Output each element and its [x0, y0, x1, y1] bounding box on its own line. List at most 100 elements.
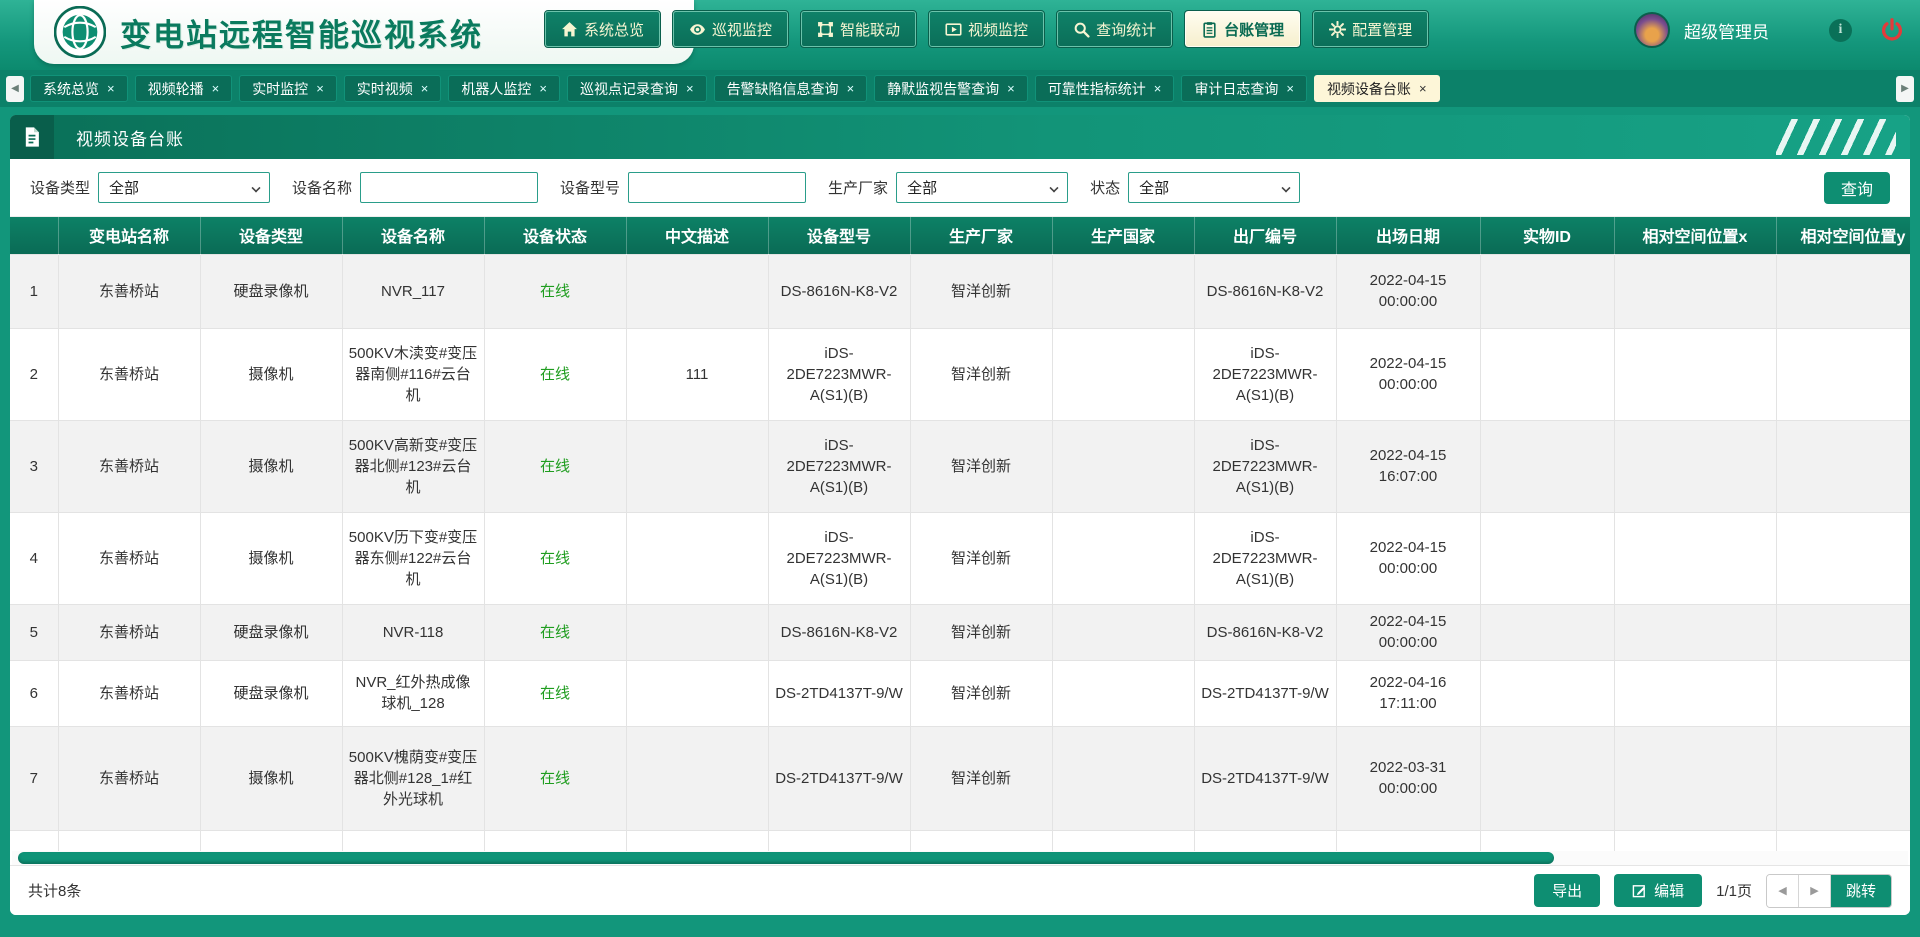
status-select[interactable]: 全部: [1128, 172, 1300, 203]
table-cell: [626, 660, 768, 726]
tab-item[interactable]: 实时监控×: [239, 75, 337, 102]
tab-item[interactable]: 机器人监控×: [448, 75, 560, 102]
table-viewport: 变电站名称设备类型设备名称设备状态中文描述设备型号生产厂家生产国家出厂编号出场日…: [10, 217, 1910, 851]
tab-item[interactable]: 可靠性指标统计×: [1035, 75, 1175, 102]
tab-close-icon[interactable]: ×: [847, 82, 855, 95]
table-row[interactable]: 1东善桥站硬盘录像机NVR_117在线DS-8616N-K8-V2智洋创新DS-…: [10, 254, 1910, 328]
table-cell: [1614, 420, 1776, 512]
manufacturer-select[interactable]: 全部: [896, 172, 1068, 203]
gear-icon: [1329, 21, 1346, 38]
avatar[interactable]: [1634, 12, 1670, 48]
table-row[interactable]: 5东善桥站硬盘录像机NVR-118在线DS-8616N-K8-V2智洋创新DS-…: [10, 604, 1910, 660]
table-cell: DS-8616N-K8-V2: [768, 254, 910, 328]
tab-bar: ◀ 系统总览×视频轮播×实时监控×实时视频×机器人监控×巡视点记录查询×告警缺陷…: [0, 70, 1920, 107]
nav-button[interactable]: 配置管理: [1313, 11, 1428, 47]
device-type-select[interactable]: 全部: [98, 172, 270, 203]
status-filter: 状态 全部: [1090, 172, 1300, 203]
tab-scroll-left-icon[interactable]: ◀: [6, 76, 24, 102]
page-title: 视频设备台账: [76, 125, 184, 150]
tab-close-icon[interactable]: ×: [1154, 82, 1162, 95]
tab-close-icon[interactable]: ×: [686, 82, 694, 95]
user-area: 超级管理员 i: [1634, 12, 1904, 48]
search-button[interactable]: 查询: [1824, 172, 1890, 204]
table-cell: 智洋创新: [910, 328, 1052, 420]
table-cell: 500KV木渎变#变压器南侧#116#云台机: [342, 328, 484, 420]
tab-item[interactable]: 系统总览×: [30, 75, 128, 102]
edit-button-label: 编辑: [1654, 880, 1684, 901]
table-cell: [1614, 830, 1776, 851]
table-cell: DS-2TD4137T-9/W: [768, 726, 910, 830]
scrollbar-thumb[interactable]: [18, 852, 1554, 864]
table-cell: [1052, 420, 1194, 512]
table-row[interactable]: 2东善桥站摄像机500KV木渎变#变压器南侧#116#云台机在线111iDS-2…: [10, 328, 1910, 420]
table-cell: NVR_117: [342, 254, 484, 328]
table-cell: 5: [10, 604, 58, 660]
table-cell: [1052, 726, 1194, 830]
table-cell: iDS-2DE7223MWR-A(S1)(B): [1194, 420, 1336, 512]
tab-item[interactable]: 巡视点记录查询×: [567, 75, 707, 102]
table-cell: [626, 254, 768, 328]
nav-button[interactable]: 智能联动: [801, 11, 916, 47]
horizontal-scrollbar[interactable]: [12, 851, 1908, 865]
nav-button[interactable]: 系统总览: [545, 11, 660, 47]
table-row[interactable]: 3东善桥站摄像机500KV高新变#变压器北侧#123#云台机在线iDS-2DE7…: [10, 420, 1910, 512]
nav-button[interactable]: 巡视监控: [673, 11, 788, 47]
edit-button[interactable]: 编辑: [1614, 874, 1702, 907]
prev-page-button[interactable]: ◀: [1767, 875, 1799, 907]
tab-item[interactable]: 视频轮播 ×: [135, 75, 233, 102]
next-page-button[interactable]: ▶: [1799, 875, 1831, 907]
nav-button[interactable]: 查询统计: [1057, 11, 1172, 47]
export-button[interactable]: 导出: [1534, 874, 1600, 907]
jump-button[interactable]: 跳转: [1831, 875, 1891, 907]
column-header: 出厂编号: [1194, 217, 1336, 254]
nav-button-label: 查询统计: [1096, 19, 1156, 40]
top-header: 变电站远程智能巡视系统 系统总览巡视监控智能联动视频监控查询统计台账管理配置管理…: [0, 0, 1920, 70]
table-row[interactable]: 4东善桥站摄像机500KV历下变#变压器东侧#122#云台机在线iDS-2DE7…: [10, 512, 1910, 604]
tab-active[interactable]: 视频设备台账×: [1314, 75, 1440, 102]
tab-close-icon[interactable]: ×: [421, 82, 429, 95]
tab-close-icon[interactable]: ×: [1419, 82, 1427, 95]
column-header: 生产厂家: [910, 217, 1052, 254]
tab-scroll-right-icon[interactable]: ▶: [1896, 76, 1914, 102]
table-cell: [1052, 254, 1194, 328]
tab-item[interactable]: 告警缺陷信息查询×: [714, 75, 868, 102]
table-cell: [1776, 660, 1910, 726]
table-cell: 2022-04-15 00:00:00: [1336, 512, 1480, 604]
main-nav: 系统总览 巡视监控 智能联动 视频监控 查询统计 台账管理配置管理: [545, 11, 1428, 47]
total-count: 共计8条: [28, 880, 81, 901]
tab-close-icon[interactable]: ×: [107, 82, 115, 95]
table-cell: [626, 512, 768, 604]
nav-button[interactable]: 台账管理: [1185, 11, 1300, 47]
table-cell: 6: [10, 660, 58, 726]
table-cell: 500KV高新变#变压器北侧#123#云台机: [342, 420, 484, 512]
tab-item[interactable]: 实时视频×: [344, 75, 442, 102]
page-indicator: 1/1页: [1716, 880, 1752, 901]
tab-close-icon[interactable]: ×: [316, 82, 324, 95]
tab-close-icon[interactable]: ×: [212, 82, 220, 95]
header-row: 变电站名称设备类型设备名称设备状态中文描述设备型号生产厂家生产国家出厂编号出场日…: [10, 217, 1910, 254]
table-cell: 智洋创新: [910, 660, 1052, 726]
logout-power-icon[interactable]: [1880, 18, 1904, 42]
tab-item[interactable]: 审计日志查询×: [1181, 75, 1307, 102]
tab-item[interactable]: 静默监视告警查询×: [874, 75, 1028, 102]
nav-button[interactable]: 视频监控: [929, 11, 1044, 47]
table-cell: 东善桥站: [58, 604, 200, 660]
tab-close-icon[interactable]: ×: [539, 82, 547, 95]
table-cell: 东善桥站: [58, 254, 200, 328]
table-row[interactable]: 500KV槐荫变#变: [10, 830, 1910, 851]
nav-button-label: 巡视监控: [712, 19, 772, 40]
info-icon[interactable]: i: [1829, 19, 1852, 42]
device-model-input[interactable]: [628, 172, 806, 203]
table-cell: iDS-2DE7223MWR-A(S1)(B): [1194, 512, 1336, 604]
tab-close-icon[interactable]: ×: [1007, 82, 1015, 95]
table-cell: NVR_红外热成像球机_128: [342, 660, 484, 726]
tab-label: 视频轮播: [148, 79, 204, 99]
device-name-label: 设备名称: [292, 177, 352, 198]
device-name-input[interactable]: [360, 172, 538, 203]
table-cell: 摄像机: [200, 726, 342, 830]
table-row[interactable]: 7东善桥站摄像机500KV槐荫变#变压器北侧#128_1#红外光球机在线DS-2…: [10, 726, 1910, 830]
device-type-label: 设备类型: [30, 177, 90, 198]
nav-button-label: 视频监控: [968, 19, 1028, 40]
tab-close-icon[interactable]: ×: [1286, 82, 1294, 95]
table-row[interactable]: 6东善桥站硬盘录像机NVR_红外热成像球机_128在线DS-2TD4137T-9…: [10, 660, 1910, 726]
